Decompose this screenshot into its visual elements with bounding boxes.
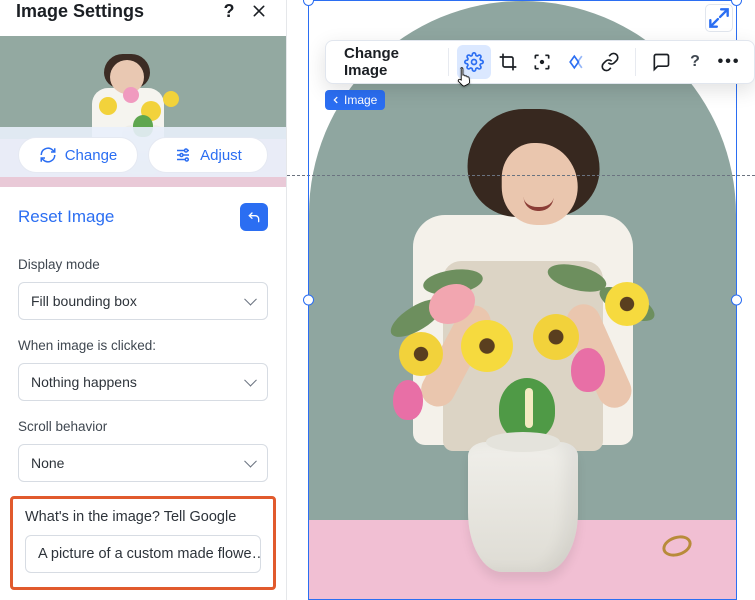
reset-image-link[interactable]: Reset Image <box>18 207 114 227</box>
resize-handle-tl[interactable] <box>303 0 314 6</box>
alt-text-value: A picture of a custom made flowe… <box>38 546 261 562</box>
scroll-behavior-select[interactable]: None <box>18 444 268 482</box>
preview-actions: Change Adjust <box>0 127 286 177</box>
scroll-behavior-value: None <box>31 455 64 471</box>
animation-icon <box>566 52 586 72</box>
link-tool[interactable] <box>593 45 627 79</box>
gear-icon <box>464 52 484 72</box>
settings-tool[interactable] <box>457 45 491 79</box>
focal-point-icon <box>532 52 552 72</box>
refresh-icon <box>39 146 57 164</box>
change-image-button[interactable]: Change Image <box>334 45 440 79</box>
undo-button[interactable] <box>240 203 268 231</box>
adjust-button[interactable]: Adjust <box>148 137 268 173</box>
adjust-button-label: Adjust <box>200 147 242 164</box>
settings-panel: Image Settings ? Change <box>0 0 287 600</box>
click-action-section: When image is clicked: Nothing happens <box>0 328 286 409</box>
chevron-left-icon <box>331 95 341 105</box>
change-button[interactable]: Change <box>18 137 138 173</box>
help-icon[interactable]: ? <box>218 0 240 22</box>
link-icon <box>600 52 620 72</box>
panel-title: Image Settings <box>16 1 210 22</box>
display-mode-section: Display mode Fill bounding box <box>0 247 286 328</box>
alt-text-section: What's in the image? Tell Google A pictu… <box>10 496 276 590</box>
display-mode-label: Display mode <box>18 257 268 272</box>
image-preview: Change Adjust <box>0 36 286 187</box>
resize-handle-tr[interactable] <box>731 0 742 6</box>
resize-handle-mr[interactable] <box>731 295 742 306</box>
more-tool[interactable]: ••• <box>712 45 746 79</box>
editor-canvas[interactable]: Change Image ? ••• <box>287 0 755 600</box>
display-mode-value: Fill bounding box <box>31 293 137 309</box>
scroll-behavior-label: Scroll behavior <box>18 419 268 434</box>
breadcrumb[interactable]: Image <box>325 90 385 110</box>
change-button-label: Change <box>65 147 118 164</box>
scroll-behavior-section: Scroll behavior None <box>0 409 286 490</box>
image-toolbar: Change Image ? ••• <box>325 40 755 84</box>
animation-tool[interactable] <box>559 45 593 79</box>
comment-icon <box>651 52 671 72</box>
click-action-label: When image is clicked: <box>18 338 268 353</box>
alt-text-label: What's in the image? Tell Google <box>25 509 261 525</box>
alt-text-input[interactable]: A picture of a custom made flowe… <box>25 535 261 573</box>
toolbar-help[interactable]: ? <box>678 45 712 79</box>
breadcrumb-label: Image <box>344 93 377 107</box>
display-mode-select[interactable]: Fill bounding box <box>18 282 268 320</box>
crop-icon <box>498 52 518 72</box>
click-action-value: Nothing happens <box>31 374 137 390</box>
crop-tool[interactable] <box>491 45 525 79</box>
click-action-select[interactable]: Nothing happens <box>18 363 268 401</box>
reset-row: Reset Image <box>0 187 286 247</box>
focal-point-tool[interactable] <box>525 45 559 79</box>
undo-icon <box>246 209 262 225</box>
comment-tool[interactable] <box>644 45 678 79</box>
sliders-icon <box>174 146 192 164</box>
panel-header: Image Settings ? <box>0 0 286 36</box>
close-icon[interactable] <box>248 0 270 22</box>
resize-handle-ml[interactable] <box>303 295 314 306</box>
